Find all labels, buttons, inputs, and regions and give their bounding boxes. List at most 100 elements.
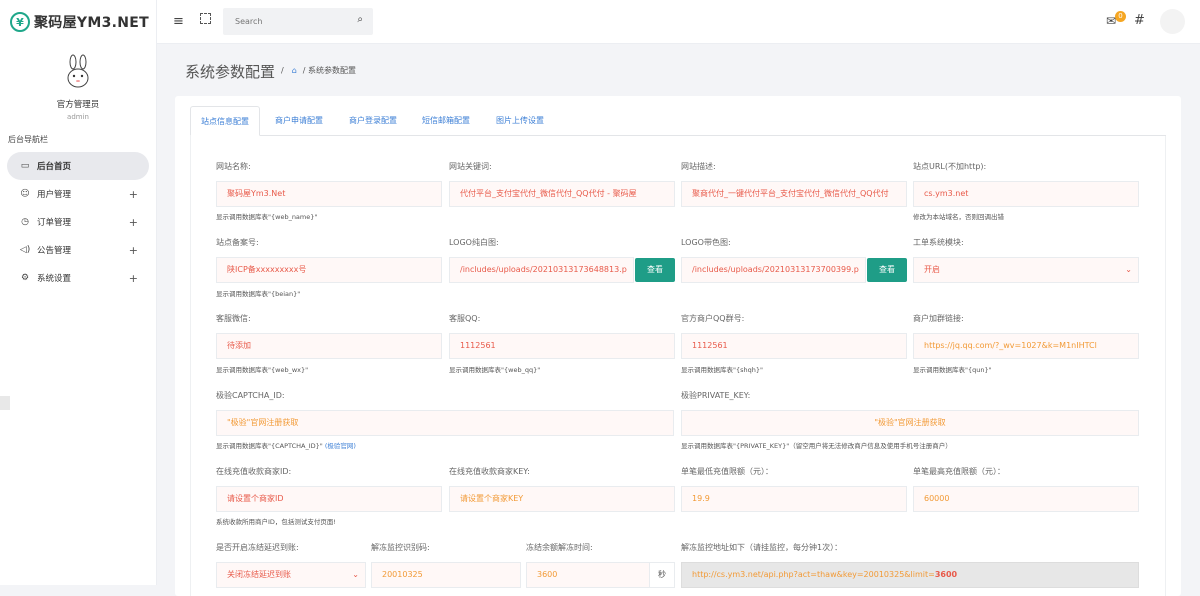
icp-input[interactable]: 陕ICP备xxxxxxxxx号 bbox=[216, 257, 442, 283]
nav-item-home[interactable]: ▭ 后台首页 bbox=[7, 152, 149, 180]
min-recharge-label: 单笔最低充值限额（元）： bbox=[681, 467, 773, 476]
icp-hint: 显示调用数据库表"{beian}" bbox=[216, 290, 301, 298]
monitor-url-input[interactable]: http://cs.ym3.net/api.php?act=thaw&key=2… bbox=[681, 562, 1139, 588]
user-icon: ☺ bbox=[20, 189, 30, 199]
brand-logo-icon: ¥ bbox=[10, 12, 30, 32]
merchant-id-label: 在线充值收款商家ID: bbox=[216, 467, 292, 476]
freeze-value: 关闭冻结延迟到账 bbox=[227, 570, 291, 579]
clock-icon: ◷ bbox=[21, 217, 29, 227]
nav-item-label: 系统设置 bbox=[37, 274, 72, 284]
site-url-input[interactable]: cs.ym3.net bbox=[913, 181, 1139, 207]
geetest-site-link[interactable]: (极验官网) bbox=[325, 442, 356, 450]
site-name-label: 网站名称: bbox=[216, 162, 251, 171]
nav-menu: ▭ 后台首页 ☺ 用户管理 + ◷ 订单管理 + ◁) 公告管理 + ⚙ 系统设… bbox=[0, 152, 156, 292]
nav-item-settings[interactable]: ⚙ 系统设置 + bbox=[0, 264, 156, 292]
site-name-input[interactable]: 聚码屋Ym3.Net bbox=[216, 181, 442, 207]
private-key-hint: 显示调用数据库表"{PRIVATE_KEY}"（留空用户将无法修改商户信息及使用… bbox=[681, 442, 952, 450]
site-name-hint: 显示调用数据库表"{web_name}" bbox=[216, 213, 318, 221]
sidebar: ¥ 聚码屋YM3.NET 官方管理员 admin 后台导航栏 ▭ 后台首页 ☺ … bbox=[0, 0, 157, 585]
keywords-label: 网站关键词: bbox=[449, 162, 492, 171]
logo-color-view-button[interactable]: 查看 bbox=[867, 258, 907, 282]
max-recharge-input[interactable]: 60000 bbox=[913, 486, 1139, 512]
captcha-id-hint-text: 显示调用数据库表"{CAPTCHA_ID}" bbox=[216, 442, 323, 450]
breadcrumb-current: 系统参数配置 bbox=[308, 66, 357, 75]
brand-name: 聚码屋YM3.NET bbox=[34, 15, 149, 31]
search-input[interactable] bbox=[223, 8, 343, 35]
page-title: 系统参数配置 bbox=[185, 63, 276, 81]
menu-toggle-icon[interactable]: ≡ bbox=[173, 14, 184, 29]
merchant-id-hint: 系统收款所用商户ID，包括测试支付页面! bbox=[216, 518, 337, 526]
gear-icon: ⚙ bbox=[20, 273, 30, 283]
seconds-unit: 秒 bbox=[649, 562, 675, 588]
tab-site-info[interactable]: 站点信息配置 bbox=[190, 106, 260, 136]
brand[interactable]: ¥ 聚码屋YM3.NET bbox=[0, 0, 156, 44]
user-profile: 官方管理员 admin bbox=[0, 44, 156, 121]
logo-white-input[interactable]: /includes/uploads/20210313173648813.p bbox=[449, 257, 634, 283]
private-key-label: 极验PRIVATE_KEY: bbox=[681, 391, 751, 400]
mail-badge: 0 bbox=[1115, 11, 1126, 22]
expand-plus-icon[interactable]: + bbox=[129, 272, 138, 285]
fullscreen-icon[interactable] bbox=[200, 13, 211, 24]
merchant-key-label: 在线充值收款商家KEY: bbox=[449, 467, 530, 476]
logo-color-input[interactable]: /includes/uploads/20210313173700399.p bbox=[681, 257, 866, 283]
nav-title: 后台导航栏 bbox=[8, 135, 48, 144]
private-key-input[interactable]: "极验"官网注册获取 bbox=[681, 410, 1139, 436]
side-scroll-handle[interactable] bbox=[0, 396, 10, 410]
wechat-input[interactable]: 待添加 bbox=[216, 333, 442, 359]
monitor-url-text: http://cs.ym3.net/api.php?act=thaw&key=2… bbox=[692, 570, 935, 579]
group-link-hint: 显示调用数据库表"{qun}" bbox=[913, 366, 992, 374]
nav-item-label: 用户管理 bbox=[37, 190, 72, 200]
logo-white-label: LOGO纯白图: bbox=[449, 238, 499, 247]
keywords-input[interactable]: 代付平台_支付宝代付_微信代付_QQ代付 - 聚码屋 bbox=[449, 181, 675, 207]
expand-plus-icon[interactable]: + bbox=[129, 188, 138, 201]
tab-sms-email[interactable]: 短信邮箱配置 bbox=[422, 106, 470, 136]
work-module-label: 工单系统模块: bbox=[913, 238, 964, 247]
tab-merchant-apply[interactable]: 商户申请配置 bbox=[275, 106, 323, 136]
max-recharge-label: 单笔最高充值限额（元）： bbox=[913, 467, 1005, 476]
work-module-value: 开启 bbox=[924, 265, 940, 274]
work-module-select[interactable]: 开启 ⌄ bbox=[913, 257, 1139, 283]
site-url-label: 站点URL(不加http): bbox=[913, 162, 987, 171]
nav-item-users[interactable]: ☺ 用户管理 + bbox=[0, 180, 156, 208]
nav-item-label: 公告管理 bbox=[37, 246, 72, 256]
slack-icon[interactable]: # bbox=[1134, 13, 1145, 28]
monitor-url-limit: 3600 bbox=[934, 570, 958, 579]
expand-plus-icon[interactable]: + bbox=[129, 244, 138, 257]
monitor-icon: ▭ bbox=[20, 161, 30, 171]
merchant-key-input[interactable]: 请设置个商家KEY bbox=[449, 486, 675, 512]
captcha-id-hint: 显示调用数据库表"{CAPTCHA_ID}" (极验官网) bbox=[216, 440, 356, 450]
captcha-id-input[interactable]: "极验"官网注册获取 bbox=[216, 410, 674, 436]
tab-image-upload[interactable]: 图片上传设置 bbox=[496, 106, 544, 136]
description-input[interactable]: 聚商代付_一键代付平台_支付宝代付_微信代付_QQ代付 bbox=[681, 181, 907, 207]
speaker-icon: ◁) bbox=[19, 245, 31, 255]
monitor-url-label: 解冻监控地址如下（请挂监控，每分钟1次）： bbox=[681, 543, 843, 552]
expand-plus-icon[interactable]: + bbox=[129, 216, 138, 229]
qq-group-input[interactable]: 1112561 bbox=[681, 333, 907, 359]
qq-input[interactable]: 1112561 bbox=[449, 333, 675, 359]
qq-label: 客服QQ: bbox=[449, 314, 481, 323]
topbar: ≡ ⌕ ✉ 0 # bbox=[157, 0, 1200, 44]
nav-item-notices[interactable]: ◁) 公告管理 + bbox=[0, 236, 156, 264]
group-link-input[interactable]: https://jq.qq.com/?_wv=1027&k=M1nIHTCl bbox=[913, 333, 1139, 359]
wechat-label: 客服微信: bbox=[216, 314, 251, 323]
unfreeze-code-input[interactable]: 20010325 bbox=[371, 562, 521, 588]
icp-label: 站点备案号: bbox=[216, 238, 259, 247]
nav-item-orders[interactable]: ◷ 订单管理 + bbox=[0, 208, 156, 236]
tab-merchant-login[interactable]: 商户登录配置 bbox=[349, 106, 397, 136]
logo-white-view-button[interactable]: 查看 bbox=[635, 258, 675, 282]
qq-group-label: 官方商户QQ群号: bbox=[681, 314, 745, 323]
avatar[interactable] bbox=[60, 54, 96, 90]
captcha-id-label: 极验CAPTCHA_ID: bbox=[216, 391, 285, 400]
user-avatar[interactable] bbox=[1160, 9, 1185, 34]
site-url-hint: 修改为本站域名，否则回调出错 bbox=[913, 213, 1004, 221]
unfreeze-time-input[interactable]: 3600 bbox=[526, 562, 650, 588]
min-recharge-input[interactable]: 19.9 bbox=[681, 486, 907, 512]
search-icon[interactable]: ⌕ bbox=[357, 14, 363, 25]
tab-bar: 站点信息配置 商户申请配置 商户登录配置 短信邮箱配置 图片上传设置 bbox=[190, 106, 1166, 136]
merchant-id-input[interactable]: 请设置个商家ID bbox=[216, 486, 442, 512]
nav-item-label: 后台首页 bbox=[37, 162, 72, 172]
freeze-select[interactable]: 关闭冻结延迟到账 ⌄ bbox=[216, 562, 366, 588]
home-icon[interactable]: ⌂ bbox=[292, 66, 297, 75]
qq-group-hint: 显示调用数据库表"{shqh}" bbox=[681, 366, 764, 374]
settings-card: 站点信息配置 商户申请配置 商户登录配置 短信邮箱配置 图片上传设置 网站名称:… bbox=[175, 96, 1181, 596]
